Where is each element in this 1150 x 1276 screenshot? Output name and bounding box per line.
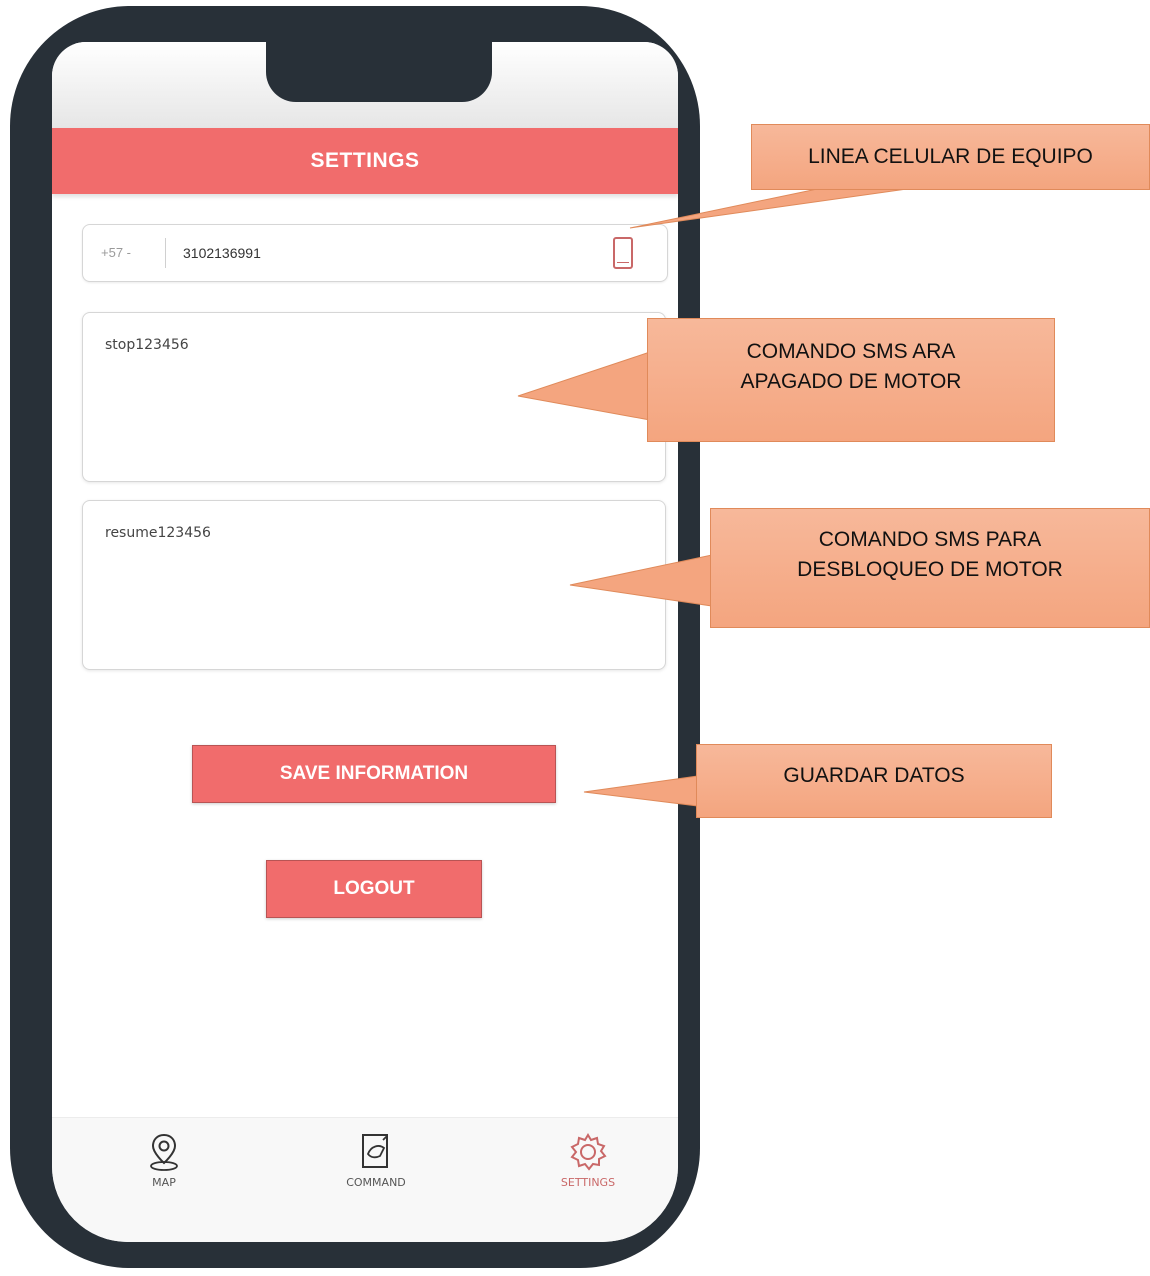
callout-resume-command: COMANDO SMS PARA DESBLOQUEO DE MOTOR bbox=[710, 508, 1150, 628]
callout-resume-command-line1: COMANDO SMS PARA bbox=[818, 528, 1042, 551]
callout-stop-command-line2: APAGADO DE MOTOR bbox=[740, 370, 962, 393]
callout-pointer-device-line bbox=[629, 187, 915, 229]
callout-pointer-save bbox=[583, 775, 699, 807]
callout-stop-command-line1: COMANDO SMS ARA bbox=[746, 340, 956, 363]
callout-save: GUARDAR DATOS bbox=[696, 744, 1052, 818]
callout-device-line: LINEA CELULAR DE EQUIPO bbox=[751, 124, 1150, 190]
callout-stop-command: COMANDO SMS ARA APAGADO DE MOTOR bbox=[647, 318, 1055, 442]
callout-resume-command-line2: DESBLOQUEO DE MOTOR bbox=[797, 558, 1063, 581]
callout-pointers bbox=[517, 187, 915, 807]
callout-pointer-stop-command bbox=[517, 351, 651, 421]
callout-pointer-resume-command bbox=[569, 554, 713, 607]
